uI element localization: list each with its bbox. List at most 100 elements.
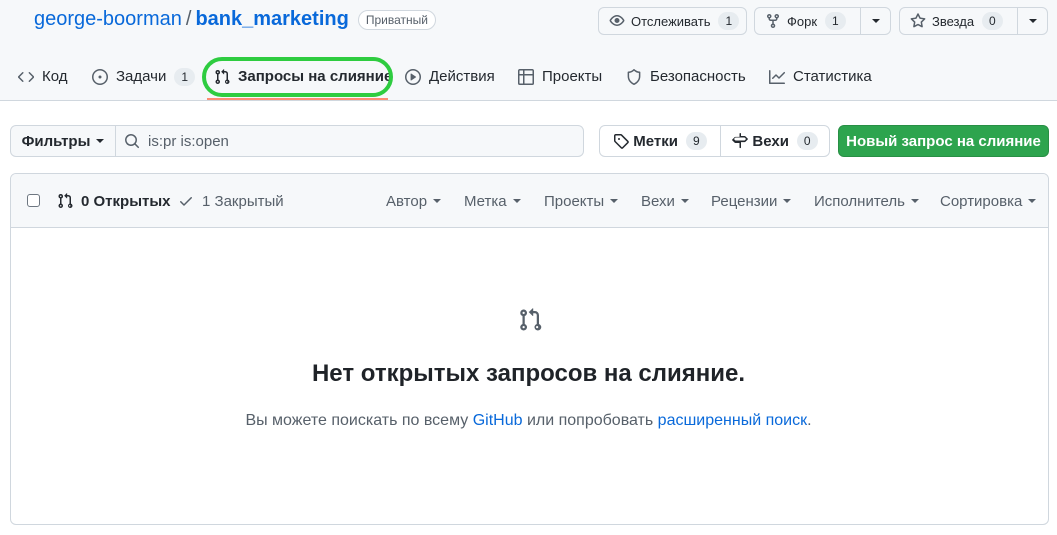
tab-code[interactable]: Код [18,52,68,101]
fork-dropdown-button[interactable] [860,8,890,34]
code-icon [18,71,34,82]
shield-icon [627,68,641,85]
tab-issues-label: Задачи [116,68,167,85]
caret-down-icon [610,199,619,203]
check-icon [180,197,192,206]
caret-down-icon [871,19,880,23]
star-button-group: Звезда 0 [899,7,1048,35]
author-filter-label: Автор [386,192,428,210]
caret-down-icon [1028,19,1037,23]
author-filter[interactable]: Автор [386,174,442,228]
milestones-filter[interactable]: Вехи [641,174,689,228]
select-all-checkbox[interactable] [27,194,40,207]
caret-down-icon [783,199,792,203]
blankslate-description: Вы можете поискать по всему GitHub или п… [0,412,1057,430]
tab-code-label: Код [42,68,68,85]
tab-insights[interactable]: Статистика [769,52,872,101]
projects-filter-label: Проекты [544,192,605,210]
caret-down-icon [96,139,105,143]
tab-actions[interactable]: Действия [405,52,495,101]
milestones-label: Вехи [752,132,789,150]
repo-separator: / [185,8,192,30]
sort-dropdown[interactable]: Сортировка [940,174,1037,228]
assignee-filter-label: Исполнитель [814,192,905,210]
tab-projects-label: Проекты [542,68,603,85]
tab-insights-label: Статистика [793,68,872,85]
pull-request-list: 0 Открытых 1 Закрытый Автор Метка Проект… [10,173,1049,525]
caret-down-icon [910,199,919,203]
star-button[interactable]: Звезда 0 [900,8,1017,34]
blankslate-title: Нет открытых запросов на слияние. [311,360,746,387]
repo-name-link[interactable]: bank_marketing [195,8,348,31]
closed-filter-link[interactable]: 1 Закрытый [178,174,284,228]
milestones-filter-label: Вехи [641,192,675,210]
active-tab-underline [207,98,388,100]
tag-icon [614,134,630,149]
caret-down-icon [1028,199,1037,203]
tab-issues-count: 1 [174,67,196,86]
labels-count: 9 [686,132,707,150]
fork-button[interactable]: Форк 1 [755,8,860,34]
visibility-badge: Приватный [357,9,436,30]
git-pull-request-icon [520,308,542,331]
reviews-filter[interactable]: Рецензии [711,174,792,228]
repo-forked-icon [767,13,779,29]
tab-projects[interactable]: Проекты [518,52,602,101]
watch-button[interactable]: Отслеживать 1 [598,7,747,35]
repo-header: george-boorman / bank_marketing Приватны… [0,0,1057,101]
caret-down-icon [680,199,689,203]
star-dropdown-button[interactable] [1017,8,1047,34]
new-pull-request-button[interactable]: Новый запрос на слияние [838,125,1049,157]
git-pull-request-icon [58,193,73,209]
reviews-filter-label: Рецензии [711,192,778,210]
github-search-link[interactable]: GitHub [473,412,523,429]
labels-label: Метки [633,132,679,150]
search-icon [125,134,140,149]
closed-count-label: 1 Закрытый [202,192,284,210]
eye-icon [609,15,625,26]
labels-link[interactable]: Метки 9 [600,126,721,156]
fork-button-group: Форк 1 [754,7,891,35]
labels-milestones-group: Метки 9 Вехи 0 [599,125,830,157]
sort-label: Сортировка [940,192,1023,210]
issue-opened-icon [92,68,108,85]
advanced-search-link[interactable]: расширенный поиск [658,412,807,429]
filters-dropdown[interactable]: Фильтры [10,125,116,157]
search-input[interactable] [148,132,568,150]
watch-label: Отслеживать [631,13,711,29]
caret-down-icon [433,199,442,203]
list-header: 0 Открытых 1 Закрытый Автор Метка Проект… [11,174,1048,228]
caret-down-icon [512,199,521,203]
filters-label: Фильтры [21,132,91,150]
blankslate-text-middle: или попробовать [522,412,658,429]
open-filter-link[interactable]: 0 Открытых [57,174,171,228]
tab-issues[interactable]: Задачи 1 [92,52,196,101]
blankslate-text-end: . [807,412,812,429]
blankslate-text-before: Вы можете поискать по всему [245,412,473,429]
milestone-icon [732,133,749,149]
play-icon [405,68,421,85]
fork-count: 1 [825,12,846,30]
label-filter-label: Метка [464,192,507,210]
label-filter[interactable]: Метка [464,174,521,228]
open-count-label: 0 Открытых [81,192,171,210]
graph-icon [769,69,785,84]
watch-count: 1 [718,12,740,30]
star-count: 0 [982,12,1003,30]
star-label: Звезда [932,13,975,29]
assignee-filter[interactable]: Исполнитель [814,174,919,228]
tab-security-label: Безопасность [650,68,746,85]
milestones-link[interactable]: Вехи 0 [721,126,829,156]
search-field [116,125,584,157]
projects-filter[interactable]: Проекты [544,174,619,228]
tab-security[interactable]: Безопасность [626,52,746,101]
highlight-ring [202,57,393,97]
repo-nav: Код Задачи 1 Запросы на слияние Действия… [0,52,1057,101]
repo-owner-link[interactable]: george-boorman [34,8,182,31]
table-icon [518,68,534,85]
tab-actions-label: Действия [429,68,495,85]
repo-title: george-boorman / bank_marketing Приватны… [34,8,436,31]
milestones-count: 0 [796,132,818,150]
star-icon [910,13,926,28]
fork-label: Форк [787,13,818,29]
